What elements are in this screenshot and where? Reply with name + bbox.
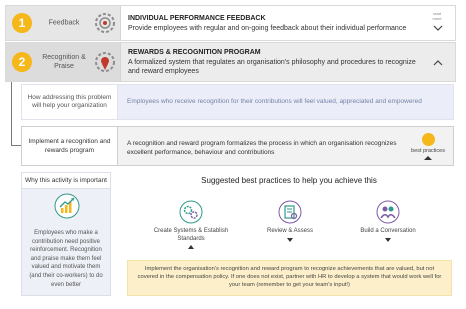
step-number-badge: 2 bbox=[12, 52, 32, 72]
step-row-feedback[interactable]: 1 Feedback INDIVIDUAL PERFORMANCE FEEDBA… bbox=[5, 5, 456, 41]
practice-label: Create Systems & Establish Standards bbox=[153, 228, 229, 242]
step-label: Recognition & Praise bbox=[42, 54, 86, 70]
why-heading: Why this activity is important bbox=[22, 173, 110, 189]
program-answer: A recognition and reward program formali… bbox=[127, 140, 397, 156]
program-question: Implement a recognition and rewards prog… bbox=[22, 127, 118, 165]
best-practices-button[interactable]: best practices bbox=[408, 133, 448, 160]
problem-panel: How addressing this problem will help yo… bbox=[21, 84, 454, 120]
caret-up-icon bbox=[424, 156, 432, 160]
why-text: Employees who make a contribution need p… bbox=[29, 230, 103, 288]
gears-icon bbox=[179, 200, 203, 224]
practice-label: Review & Assess bbox=[266, 228, 314, 234]
practice-review-assess[interactable]: Review & Assess bbox=[245, 200, 335, 242]
people-icon bbox=[376, 200, 400, 224]
step-title: INDIVIDUAL PERFORMANCE FEEDBACK bbox=[128, 15, 266, 22]
chevron-up-icon[interactable] bbox=[433, 58, 443, 68]
step-label-cell: 2 Recognition & Praise bbox=[6, 43, 121, 81]
caret-down-icon bbox=[287, 237, 293, 242]
suggested-practices-title: Suggested best practices to help you ach… bbox=[201, 176, 377, 185]
practice-tip-box: Implement the organisation's recognition… bbox=[127, 260, 452, 296]
why-important-panel: Why this activity is important Employees… bbox=[21, 172, 111, 296]
award-gear-icon bbox=[95, 52, 115, 72]
step-label-cell: 1 Feedback bbox=[6, 6, 121, 40]
step-number-badge: 1 bbox=[12, 13, 32, 33]
practice-create-systems[interactable]: Create Systems & Establish Standards bbox=[146, 200, 236, 249]
step-row-recognition[interactable]: 2 Recognition & Praise REWARDS & RECOGNI… bbox=[5, 42, 456, 82]
best-practices-label: best practices bbox=[411, 148, 445, 154]
program-panel: Implement a recognition and rewards prog… bbox=[21, 126, 454, 166]
step-label: Feedback bbox=[48, 19, 80, 27]
connector-line bbox=[11, 145, 21, 146]
caret-down-icon bbox=[385, 237, 391, 242]
checklist-icon bbox=[278, 200, 302, 224]
practice-build-conversation[interactable]: Build a Conversation bbox=[343, 200, 433, 242]
caret-up-icon bbox=[188, 245, 194, 249]
growth-chart-icon bbox=[54, 193, 80, 219]
practice-label: Build a Conversation bbox=[360, 228, 416, 234]
gear-icon bbox=[95, 13, 115, 33]
step-description: Provide employees with regular and on-go… bbox=[128, 25, 407, 32]
step-description: A formalized system that regulates an or… bbox=[128, 59, 416, 75]
problem-answer: Employees who receive recognition for th… bbox=[127, 98, 422, 105]
step-title: REWARDS & RECOGNITION PROGRAM bbox=[128, 49, 261, 56]
problem-question: How addressing this problem will help yo… bbox=[22, 85, 118, 119]
connector-line bbox=[11, 82, 12, 146]
thumbs-up-icon bbox=[421, 133, 435, 146]
read-more-link[interactable]: read more bbox=[429, 11, 445, 21]
chevron-down-icon[interactable] bbox=[433, 23, 443, 33]
